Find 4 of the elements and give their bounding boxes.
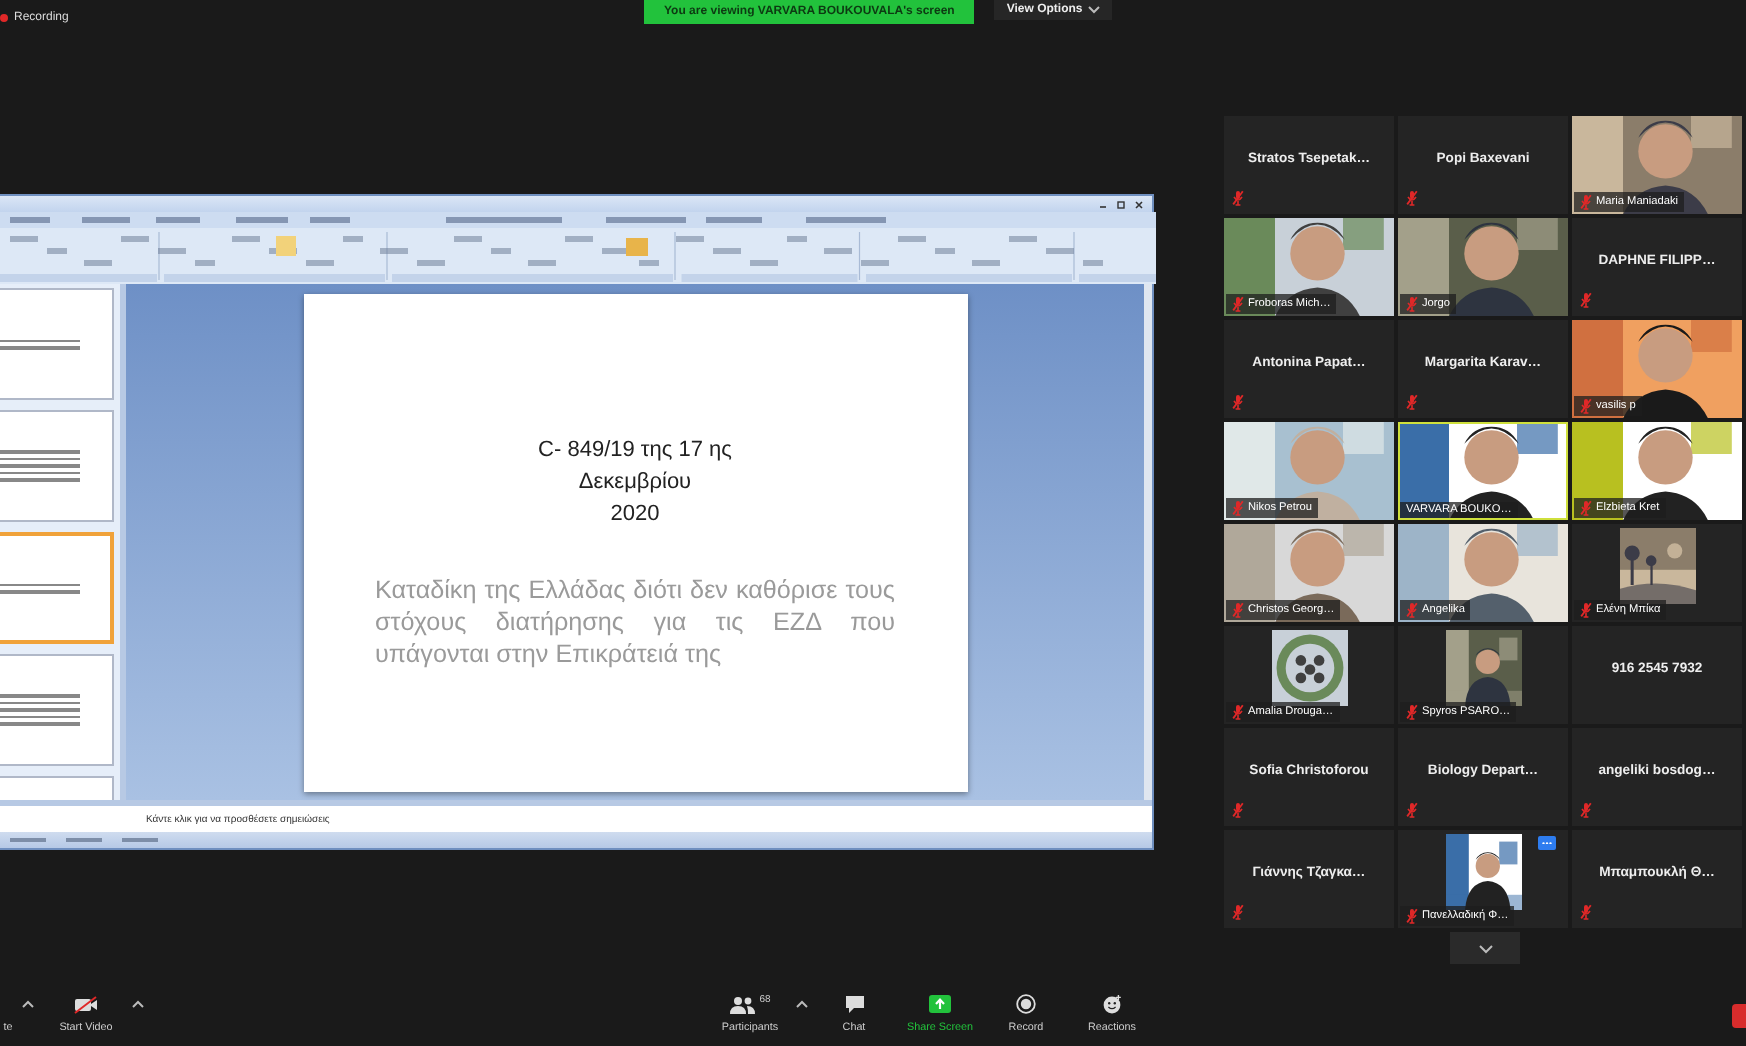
slide-title: Δεκεμβρίου xyxy=(578,467,692,497)
slide-body-text: Καταδίκη της Ελλάδας διότι δεν καθόρισε τους στόχους διατήρησης για τις ΕΖΔ που υπάγονται στην Επικράτειά της xyxy=(375,573,895,669)
slide-title: 2020 xyxy=(610,499,660,529)
slide-title: C- 849/19 της 17 ης xyxy=(538,435,732,465)
